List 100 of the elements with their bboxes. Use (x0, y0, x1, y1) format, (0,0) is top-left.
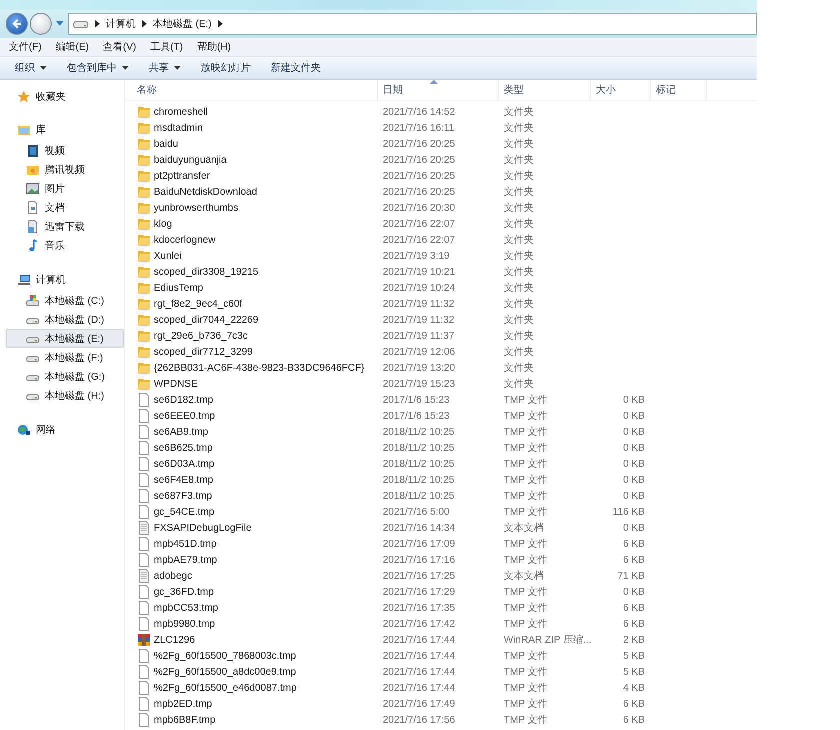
file-name[interactable]: EdiusTemp (154, 282, 204, 294)
size-cell: 0 KB (623, 410, 645, 422)
file-name[interactable]: Xunlei (154, 250, 182, 262)
file-name[interactable]: se6D03A.tmp (154, 458, 215, 470)
type-cell-text: 文件夹 (504, 106, 534, 119)
toolbar-button[interactable]: 放映幻灯片 (192, 58, 260, 78)
column-header[interactable]: 大小 (591, 80, 651, 100)
file-name[interactable]: scoped_dir7712_3299 (154, 346, 253, 358)
file-name[interactable]: klog (154, 218, 172, 230)
sidebar-item[interactable]: 本地磁盘 (E:) (6, 329, 124, 348)
breadcrumb[interactable]: 计算机 (106, 17, 136, 31)
sidebar-heading[interactable]: 计算机 (36, 272, 66, 286)
date-cell: 2021/7/16 17:16 (383, 554, 456, 566)
file-icon (137, 409, 151, 423)
file-icon (137, 537, 151, 551)
address-field[interactable]: 计算机 本地磁盘 (E:) (68, 13, 757, 35)
toolbar-button[interactable]: 新建文件夹 (262, 58, 330, 78)
sidebar-heading[interactable]: 网络 (36, 422, 56, 436)
file-name[interactable]: baiduyunguanjia (154, 154, 227, 166)
forward-button[interactable] (30, 13, 52, 35)
file-name[interactable]: mpb451D.tmp (154, 538, 217, 550)
file-name[interactable]: se6F4E8.tmp (154, 474, 214, 486)
file-name[interactable]: se6D182.tmp (154, 394, 214, 406)
file-name[interactable]: mpb6B8F.tmp (154, 714, 216, 726)
sidebar-item[interactable]: 本地磁盘 (F:) (6, 348, 124, 367)
file-name[interactable]: mpbAE79.tmp (154, 554, 218, 566)
menu-item[interactable]: 文件(F) (9, 40, 42, 54)
type-cell-text: 文件夹 (504, 234, 534, 247)
file-name[interactable]: rgt_f8e2_9ec4_c60f (154, 298, 242, 310)
type-cell-text: TMP 文件 (504, 602, 548, 615)
file-name[interactable]: mpbCC53.tmp (154, 602, 218, 614)
type-cell-text: WinRAR ZIP 压缩... (504, 634, 592, 647)
file-name[interactable]: se6B625.tmp (154, 442, 213, 454)
size-cell: 5 KB (623, 650, 645, 662)
file-name[interactable]: %2Fg_60f15500_e46d0087.tmp (154, 682, 297, 694)
date-cell: 2021/7/16 20:25 (383, 186, 456, 198)
menu-item[interactable]: 查看(V) (103, 40, 136, 54)
toolbar-button[interactable]: 包含到库中 (58, 58, 138, 78)
breadcrumb[interactable]: 本地磁盘 (E:) (153, 17, 212, 31)
caret-icon (40, 66, 47, 70)
sidebar-item[interactable]: 腾讯视频 (6, 160, 124, 179)
file-name[interactable]: scoped_dir7044_22269 (154, 314, 259, 326)
type-cell-text: 文件夹 (504, 170, 534, 183)
file-name[interactable]: mpb9980.tmp (154, 618, 216, 630)
column-header[interactable]: 标记 (651, 80, 707, 100)
file-name[interactable]: chromeshell (154, 106, 208, 118)
type-cell-text: 文件夹 (504, 122, 534, 135)
file-name[interactable]: pt2pttransfer (154, 170, 210, 182)
sidebar-item[interactable]: 本地磁盘 (H:) (6, 386, 124, 405)
file-name[interactable]: ZLC1296 (154, 634, 196, 646)
sidebar-item[interactable]: 视频 (6, 141, 124, 160)
file-name[interactable]: %2Fg_60f15500_a8dc00e9.tmp (154, 666, 296, 678)
sidebar-item[interactable]: 本地磁盘 (D:) (6, 310, 124, 329)
file-name[interactable]: se6EEE0.tmp (154, 410, 216, 422)
column-header[interactable]: 类型 (499, 80, 591, 100)
file-name[interactable]: BaiduNetdiskDownload (154, 186, 258, 198)
folder-icon (137, 121, 151, 135)
sidebar-item[interactable]: 图片 (6, 179, 124, 198)
file-name[interactable]: msdtadmin (154, 122, 203, 134)
date-cell: 2021/7/19 13:20 (383, 362, 456, 374)
size-cell: 0 KB (623, 442, 645, 454)
file-name[interactable]: yunbrowserthumbs (154, 202, 238, 214)
sidebar-heading[interactable]: 库 (36, 122, 46, 136)
file-name[interactable]: gc_54CE.tmp (154, 506, 215, 518)
file-name[interactable]: rgt_29e6_b736_7c3c (154, 330, 248, 342)
sidebar-item[interactable]: 本地磁盘 (G:) (6, 367, 124, 386)
sidebar-item[interactable]: 文档 (6, 198, 124, 217)
file-name[interactable]: gc_36FD.tmp (154, 586, 214, 598)
sidebar-item[interactable]: 迅雷下载 (6, 217, 124, 236)
size-cell: 71 KB (618, 570, 645, 582)
file-name[interactable]: kdocerlognew (154, 234, 216, 246)
toolbar-button[interactable]: 共享 (140, 58, 190, 78)
file-name[interactable]: se6AB9.tmp (154, 426, 208, 438)
toolbar-button[interactable]: 组织 (6, 58, 56, 78)
folder-icon (137, 249, 151, 263)
file-name[interactable]: {262BB031-AC6F-438e-9823-B33DC9646FCF} (154, 362, 365, 374)
file-name[interactable]: scoped_dir3308_19215 (154, 266, 259, 278)
menu-item[interactable]: 编辑(E) (56, 40, 90, 54)
dropdown-icon[interactable] (56, 21, 64, 27)
type-cell-text: 文本文档 (504, 522, 544, 535)
file-name[interactable]: baidu (154, 138, 178, 150)
menu-item[interactable]: 工具(T) (150, 40, 184, 54)
sidebar-item[interactable]: 音乐 (6, 236, 124, 255)
computer-icon (17, 272, 31, 286)
back-button[interactable] (6, 13, 28, 35)
type-cell-text: TMP 文件 (504, 618, 548, 631)
file-name[interactable]: WPDNSE (154, 378, 198, 390)
column-header[interactable]: 名称 (125, 80, 378, 100)
column-header[interactable]: 日期 (378, 80, 499, 100)
file-name[interactable]: mpb2ED.tmp (154, 698, 212, 710)
folder-icon (137, 329, 151, 343)
sidebar-heading[interactable]: 收藏夹 (36, 90, 66, 104)
folder-icon (137, 313, 151, 327)
file-name[interactable]: adobegc (154, 570, 192, 582)
file-name[interactable]: FXSAPIDebugLogFile (154, 522, 252, 534)
sidebar-item[interactable]: 本地磁盘 (C:) (6, 291, 124, 310)
menu-item[interactable]: 帮助(H) (197, 40, 232, 54)
file-name[interactable]: se687F3.tmp (154, 490, 212, 502)
file-name[interactable]: %2Fg_60f15500_7868003c.tmp (154, 650, 296, 662)
type-cell-text: TMP 文件 (504, 394, 548, 407)
